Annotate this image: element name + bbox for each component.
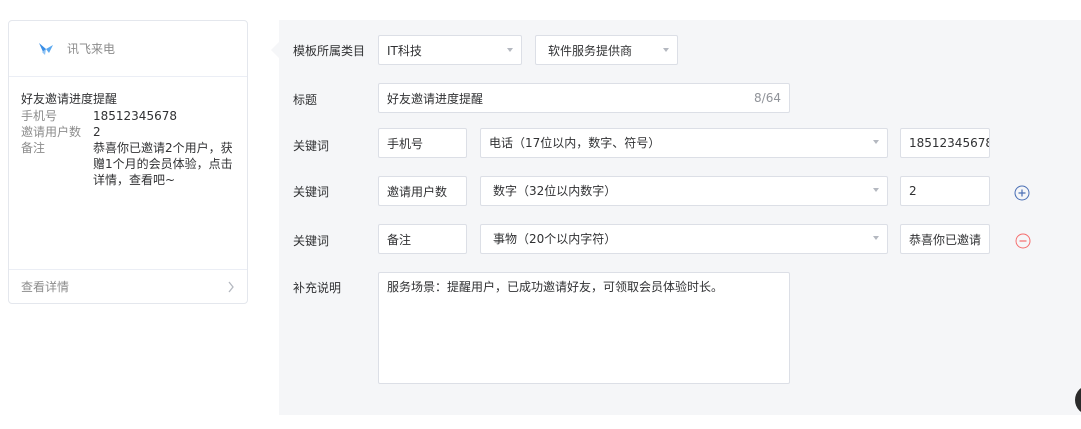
- keyword-value-text: 恭喜你已邀请: [909, 232, 982, 247]
- preview-row-key: 手机号: [21, 109, 58, 123]
- preview-row-invites: 邀请用户数 2: [21, 124, 235, 140]
- add-keyword-icon[interactable]: [1014, 185, 1030, 201]
- remove-keyword-icon[interactable]: [1015, 233, 1031, 249]
- view-details-label: 查看详情: [21, 280, 70, 294]
- note-label: 补充说明: [293, 281, 342, 295]
- preview-title: 好友邀请进度提醒: [21, 92, 118, 106]
- keyword-value-input[interactable]: 18512345678: [900, 128, 990, 158]
- title-input-value: 好友邀请进度提醒: [387, 91, 484, 106]
- chevron-right-icon: [228, 281, 234, 292]
- keyword-value-text: 2: [909, 184, 917, 198]
- view-details-link[interactable]: 查看详情: [9, 269, 247, 303]
- keyword-type-value: 数字（32位以内数字）: [493, 184, 617, 198]
- brand-logo-icon: [39, 42, 53, 55]
- message-preview-card: 讯飞来电 好友邀请进度提醒 手机号 18512345678 邀请用户数 2 备注…: [8, 20, 248, 304]
- preview-row-value: 18512345678: [93, 109, 177, 123]
- category-primary-select[interactable]: IT科技: [378, 35, 522, 65]
- keyword-type-value: 电话（17位以内，数字、符号）: [489, 136, 661, 150]
- category-secondary-select[interactable]: 软件服务提供商: [535, 35, 678, 65]
- keyword-label: 关键词: [293, 234, 330, 248]
- keyword-value-input[interactable]: 2: [900, 176, 990, 206]
- category-label: 模板所属类目: [293, 44, 366, 58]
- template-editor: 讯飞来电 好友邀请进度提醒 手机号 18512345678 邀请用户数 2 备注…: [0, 0, 1081, 429]
- panel-pointer: [271, 42, 279, 58]
- brand-name: 讯飞来电: [67, 42, 116, 56]
- chevron-down-icon: [873, 236, 879, 240]
- keyword-name-input[interactable]: 备注: [378, 224, 467, 254]
- keyword-value-input[interactable]: 恭喜你已邀请: [900, 224, 990, 254]
- preview-row-value: 恭喜你已邀请2个用户，获赠1个月的会员体验，点击详情，查看吧~: [93, 141, 233, 187]
- keyword-type-select[interactable]: 事物（20个以内字符）: [480, 224, 888, 254]
- keyword-name-value: 备注: [387, 232, 412, 247]
- title-label: 标题: [293, 93, 318, 107]
- preview-row-value: 2: [93, 125, 101, 139]
- preview-row-key: 备注: [21, 141, 46, 155]
- preview-row-remark: 备注 恭喜你已邀请2个用户，获赠1个月的会员体验，点击详情，查看吧~: [21, 140, 235, 188]
- preview-header: 讯飞来电: [9, 21, 247, 77]
- preview-row-phone: 手机号 18512345678: [21, 108, 235, 124]
- chevron-down-icon: [873, 140, 879, 144]
- keyword-name-input[interactable]: 手机号: [378, 128, 467, 158]
- chevron-down-icon: [663, 48, 669, 52]
- keyword-label: 关键词: [293, 185, 330, 199]
- keyword-type-select[interactable]: 电话（17位以内，数字、符号）: [480, 128, 888, 158]
- title-input[interactable]: 好友邀请进度提醒 8/64: [378, 83, 790, 113]
- keyword-label: 关键词: [293, 139, 330, 153]
- chevron-down-icon: [873, 188, 879, 192]
- note-textarea[interactable]: 服务场景：提醒用户，已成功邀请好友，可领取会员体验时长。: [378, 272, 790, 384]
- keyword-value-text: 18512345678: [909, 136, 990, 150]
- keyword-name-value: 手机号: [387, 136, 424, 151]
- keyword-type-select[interactable]: 数字（32位以内数字）: [480, 176, 888, 206]
- keyword-type-value: 事物（20个以内字符）: [493, 232, 617, 246]
- category-primary-value: IT科技: [387, 43, 422, 58]
- title-char-counter: 8/64: [754, 91, 781, 105]
- keyword-name-value: 邀请用户数: [387, 184, 448, 199]
- preview-body: 好友邀请进度提醒 手机号 18512345678 邀请用户数 2 备注 恭喜你已…: [9, 77, 247, 271]
- chevron-down-icon: [507, 48, 513, 52]
- keyword-name-input[interactable]: 邀请用户数: [378, 176, 467, 206]
- category-secondary-value: 软件服务提供商: [548, 43, 633, 58]
- preview-row-key: 邀请用户数: [21, 125, 82, 139]
